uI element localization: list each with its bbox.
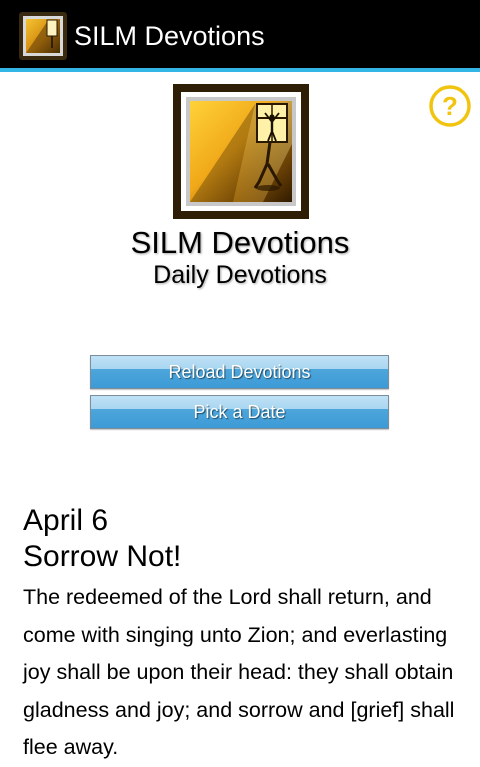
- svg-text:?: ?: [442, 91, 458, 121]
- action-bar-divider: [0, 68, 480, 72]
- reload-devotions-button[interactable]: Reload Devotions: [90, 355, 389, 389]
- devotion-title: Sorrow Not!: [23, 540, 182, 573]
- action-bar: SILM Devotions: [0, 0, 480, 68]
- devotion-body: The redeemed of the Lord shall return, a…: [23, 585, 455, 759]
- pick-a-date-button[interactable]: Pick a Date: [90, 395, 389, 429]
- help-icon[interactable]: ?: [428, 84, 472, 128]
- page-subtitle: Daily Devotions: [153, 261, 327, 289]
- page-title: SILM Devotions: [130, 225, 350, 260]
- devotion-date: April 6: [23, 504, 109, 537]
- app-title: SILM Devotions: [74, 21, 265, 51]
- silm-logo-icon: [173, 84, 309, 219]
- app-logo-icon[interactable]: [19, 12, 67, 60]
